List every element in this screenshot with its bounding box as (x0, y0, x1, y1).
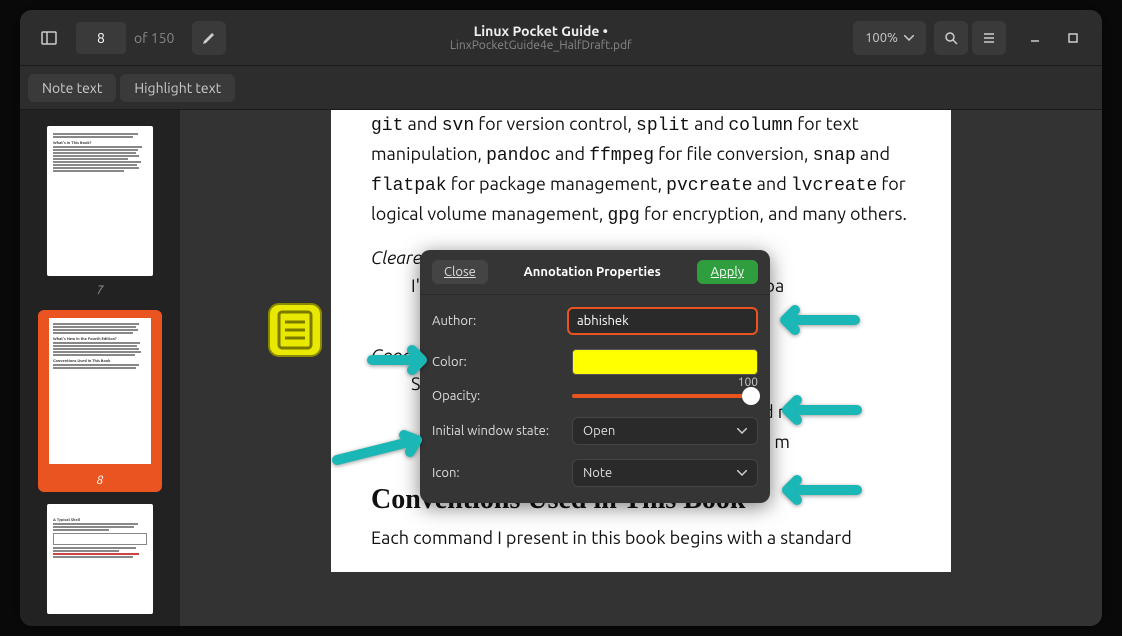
app-window: of 150 Linux Pocket Guide • LinxPocketGu… (20, 10, 1102, 626)
icon-select[interactable]: Note (572, 459, 758, 487)
document-filename: LinxPocketGuide4e_HalfDraft.pdf (228, 39, 853, 52)
thumbnail-8[interactable]: What's New in the Fourth Edition? Conven… (38, 310, 162, 492)
dialog-title: Annotation Properties (488, 265, 697, 279)
menu-button[interactable] (972, 21, 1006, 55)
thumb-label: 7 (97, 284, 104, 297)
color-label: Color: (432, 355, 572, 369)
zoom-dropdown[interactable]: 100% (853, 21, 926, 55)
thumbnail-7[interactable]: What's in This Book? 7 (20, 120, 180, 304)
note-text-button[interactable]: Note text (28, 74, 116, 102)
thumb-label: 8 (97, 474, 104, 487)
opacity-label: Opacity: (432, 389, 572, 403)
note-annotation-icon[interactable] (265, 300, 325, 360)
window-state-label: Initial window state: (432, 424, 572, 438)
annotation-toolbar: Note text Highlight text (20, 66, 1102, 110)
chevron-down-icon (737, 428, 747, 434)
annotation-properties-dialog: Close Annotation Properties Apply Author… (420, 250, 770, 503)
page-number-input[interactable] (76, 22, 126, 54)
zoom-value: 100% (865, 31, 898, 45)
sidebar-toggle-button[interactable] (32, 21, 66, 55)
slider-thumb[interactable] (742, 387, 760, 405)
annotate-button[interactable] (192, 21, 226, 55)
highlight-text-button[interactable]: Highlight text (120, 74, 235, 102)
author-label: Author: (432, 314, 567, 328)
opacity-slider[interactable]: 100 (572, 394, 758, 398)
title-center: Linux Pocket Guide • LinxPocketGuide4e_H… (228, 23, 853, 52)
color-picker[interactable] (572, 349, 758, 375)
icon-label: Icon: (432, 466, 572, 480)
chevron-down-icon (737, 470, 747, 476)
thumbnail-9-partial[interactable]: A Typical Shell (20, 498, 180, 624)
page-total-label: of 150 (134, 30, 174, 46)
body-text: Each command I present in this book begi… (371, 524, 911, 552)
apply-button[interactable]: Apply (697, 260, 758, 284)
dialog-header: Close Annotation Properties Apply (420, 250, 770, 295)
minimize-button[interactable] (1018, 21, 1052, 55)
search-button[interactable] (934, 21, 968, 55)
titlebar: of 150 Linux Pocket Guide • LinxPocketGu… (20, 10, 1102, 66)
maximize-button[interactable] (1056, 21, 1090, 55)
code: git (371, 116, 403, 136)
author-input[interactable] (567, 307, 758, 335)
document-title: Linux Pocket Guide • (228, 23, 853, 39)
thumbnail-sidebar[interactable]: What's in This Book? 7 What's New in the… (20, 110, 180, 626)
close-button[interactable]: Close (432, 260, 488, 284)
window-state-select[interactable]: Open (572, 417, 758, 445)
